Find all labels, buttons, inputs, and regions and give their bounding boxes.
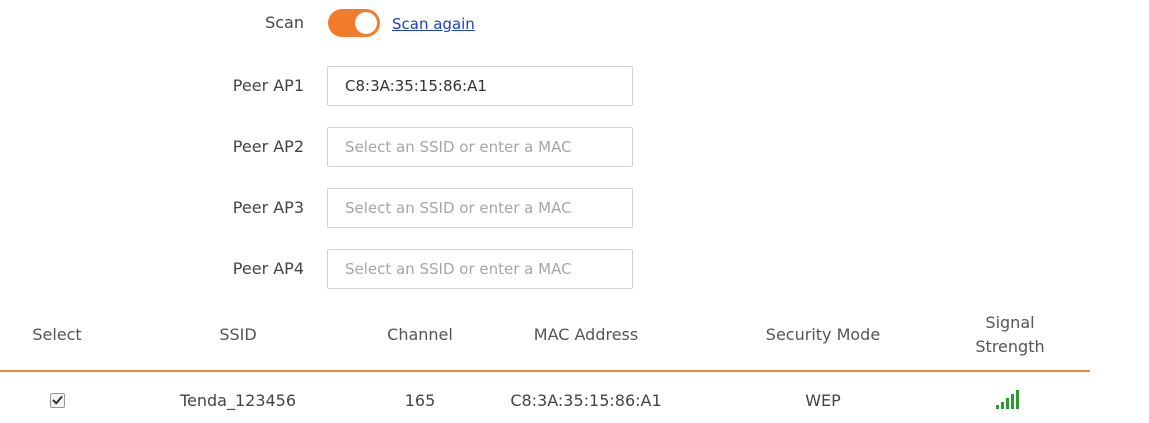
toggle-knob xyxy=(355,12,377,34)
signal-bar-5 xyxy=(1016,389,1019,409)
row-ssid: Tenda_123456 xyxy=(179,391,297,410)
signal-bar-3 xyxy=(1006,397,1009,409)
signal-strength-icon xyxy=(996,389,1019,409)
peer-ap2-row: Peer AP2 xyxy=(0,127,1149,167)
peer-ap1-row: Peer AP1 xyxy=(0,66,1149,106)
peer-ap4-row: Peer AP4 xyxy=(0,249,1149,289)
peer-ap4-input[interactable] xyxy=(327,249,633,289)
header-mac-address: MAC Address xyxy=(533,325,639,344)
row-select-cell xyxy=(0,380,114,422)
signal-bar-2 xyxy=(1001,401,1004,409)
header-security-mode: Security Mode xyxy=(765,325,881,344)
header-channel: Channel xyxy=(387,325,453,344)
header-ssid: SSID xyxy=(219,325,257,344)
row-select-checkbox[interactable] xyxy=(49,392,65,408)
peer-ap2-input[interactable] xyxy=(327,127,633,167)
header-signal-line2: Strength xyxy=(975,337,1045,356)
row-channel: 165 xyxy=(404,391,436,410)
header-select: Select xyxy=(32,325,82,344)
peer-ap4-label: Peer AP4 xyxy=(232,259,304,278)
header-signal-line1: Signal xyxy=(985,313,1035,332)
signal-bar-4 xyxy=(1011,393,1014,409)
peer-ap1-label: Peer AP1 xyxy=(232,76,304,95)
peer-ap3-input[interactable] xyxy=(327,188,633,228)
scan-row: Scan Scan again xyxy=(0,0,1149,40)
peer-ap1-input[interactable] xyxy=(327,66,633,106)
signal-bar-1 xyxy=(996,404,999,409)
peer-ap3-label: Peer AP3 xyxy=(232,198,304,217)
row-signal-cell xyxy=(950,380,1070,422)
peer-ap3-row: Peer AP3 xyxy=(0,188,1149,228)
scan-label: Scan xyxy=(265,13,304,32)
row-mac-address: C8:3A:35:15:86:A1 xyxy=(510,391,662,410)
scan-again-link[interactable]: Scan again xyxy=(392,0,475,46)
peer-ap2-label: Peer AP2 xyxy=(232,137,304,156)
table-row[interactable]: Tenda_123456 165 C8:3A:35:15:86:A1 WEP xyxy=(0,380,1090,422)
scan-toggle[interactable] xyxy=(328,9,380,37)
ap-table-header: Select SSID Channel MAC Address Security… xyxy=(0,300,1090,372)
checkmark-icon xyxy=(52,395,62,404)
header-signal-strength: Signal Strength xyxy=(950,300,1070,370)
row-security-mode: WEP xyxy=(805,391,841,410)
